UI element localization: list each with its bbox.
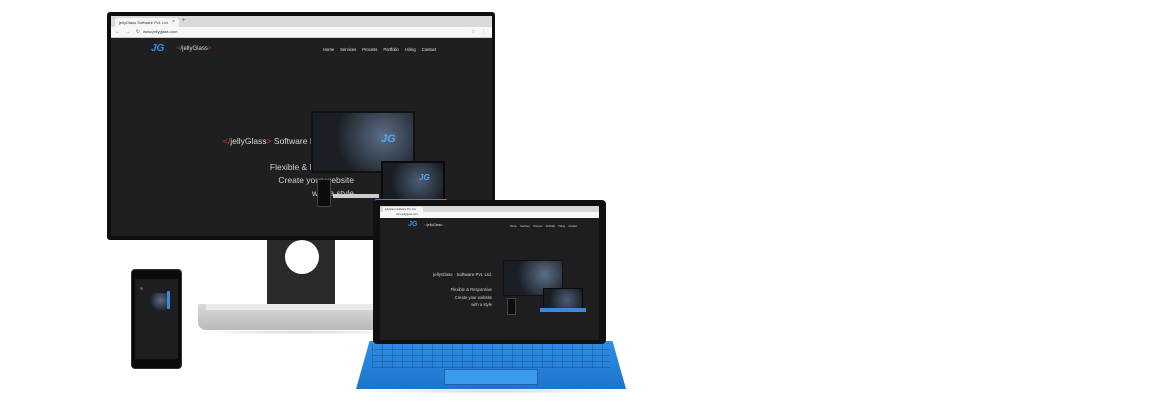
- phone-screen: [135, 279, 178, 359]
- tablet-logo-name: /jellyGlass: [426, 223, 442, 227]
- tablet-site-nav: Home Services Process Portfolio Hiring C…: [510, 225, 577, 228]
- hero-image-phone: [317, 179, 331, 207]
- hero-name: jellyGlass: [230, 136, 267, 146]
- hero-image-logo-icon: JG: [381, 133, 396, 145]
- logo-bracket-close: >: [207, 46, 212, 52]
- tablet-browser-url[interactable]: www.jellyglass.com: [380, 212, 599, 218]
- tablet-nav-portfolio[interactable]: Portfolio: [546, 225, 555, 228]
- site-logo-text[interactable]: </jellyGlass>: [177, 46, 211, 52]
- nav-portfolio[interactable]: Portfolio: [383, 47, 398, 52]
- tablet-tagline-line: Flexible & Responsive: [450, 287, 492, 292]
- tablet-screen: jellyGlass Software Pvt. Ltd. www.jellyg…: [380, 206, 599, 340]
- hero-laptop-logo-icon: JG: [419, 173, 430, 182]
- browser-menu-icons[interactable]: ☆ ⋮: [471, 27, 488, 37]
- nav-home[interactable]: Home: [323, 47, 334, 52]
- phone-menu-icon[interactable]: [140, 287, 143, 290]
- phone-hero-image: [149, 293, 169, 311]
- browser-new-tab-icon[interactable]: +: [182, 17, 186, 26]
- tablet-logo-bracket-close: >: [442, 223, 445, 227]
- nav-services[interactable]: Services: [340, 47, 356, 52]
- hero-image-monitor-stand: [333, 194, 379, 198]
- tablet-nav-home[interactable]: Home: [510, 225, 517, 228]
- hero-image-laptop: JG: [381, 161, 445, 201]
- browser-tab-close-icon[interactable]: ×: [172, 18, 175, 27]
- phone-accent-bar: [167, 291, 170, 309]
- tablet-hero-brand: jellyGlass · Software Pvt. Ltd.: [433, 272, 492, 277]
- site-logo-icon[interactable]: JG: [151, 43, 164, 54]
- tablet-tagline-line: with a style: [471, 302, 492, 307]
- tablet-site-logo-text[interactable]: </jellyGlass>: [424, 223, 444, 227]
- nav-process[interactable]: Process: [362, 47, 377, 52]
- browser-tab[interactable]: jellyGlass Software Pvt. Ltd.: [115, 18, 179, 27]
- tablet-trackpad: [444, 369, 538, 385]
- monitor-stand-cable-hole: [285, 240, 319, 274]
- tablet-nav-hiring[interactable]: Hiring: [558, 225, 565, 228]
- tablet-hero-tagline: Flexible & Responsive Create your websit…: [410, 286, 492, 309]
- tablet-tagline-line: Create your website: [454, 294, 492, 300]
- browser-tab-title: jellyGlass Software Pvt. Ltd.: [119, 20, 169, 25]
- tablet-keyboard-keys: [372, 344, 610, 368]
- browser-url-text[interactable]: www.jellyglass.com: [143, 27, 177, 37]
- tablet-nav-contact[interactable]: Contact: [569, 225, 578, 228]
- logo-name: /jellyGlass: [180, 46, 208, 52]
- tablet-nav-services[interactable]: Services: [520, 225, 530, 228]
- tablet-nav-process[interactable]: Process: [533, 225, 542, 228]
- tablet-site-logo-icon[interactable]: JG: [408, 221, 417, 228]
- site-nav: Home Services Process Portfolio Hiring C…: [323, 47, 436, 52]
- nav-contact[interactable]: Contact: [422, 47, 436, 52]
- nav-hiring[interactable]: Hiring: [405, 47, 416, 52]
- tablet-hero-image-phone: [507, 298, 516, 315]
- tablet-hero-image-keyboard: [540, 308, 586, 312]
- monitor-stand-base-top: [206, 304, 390, 310]
- browser-nav-icons[interactable]: ← → ↻: [115, 27, 142, 37]
